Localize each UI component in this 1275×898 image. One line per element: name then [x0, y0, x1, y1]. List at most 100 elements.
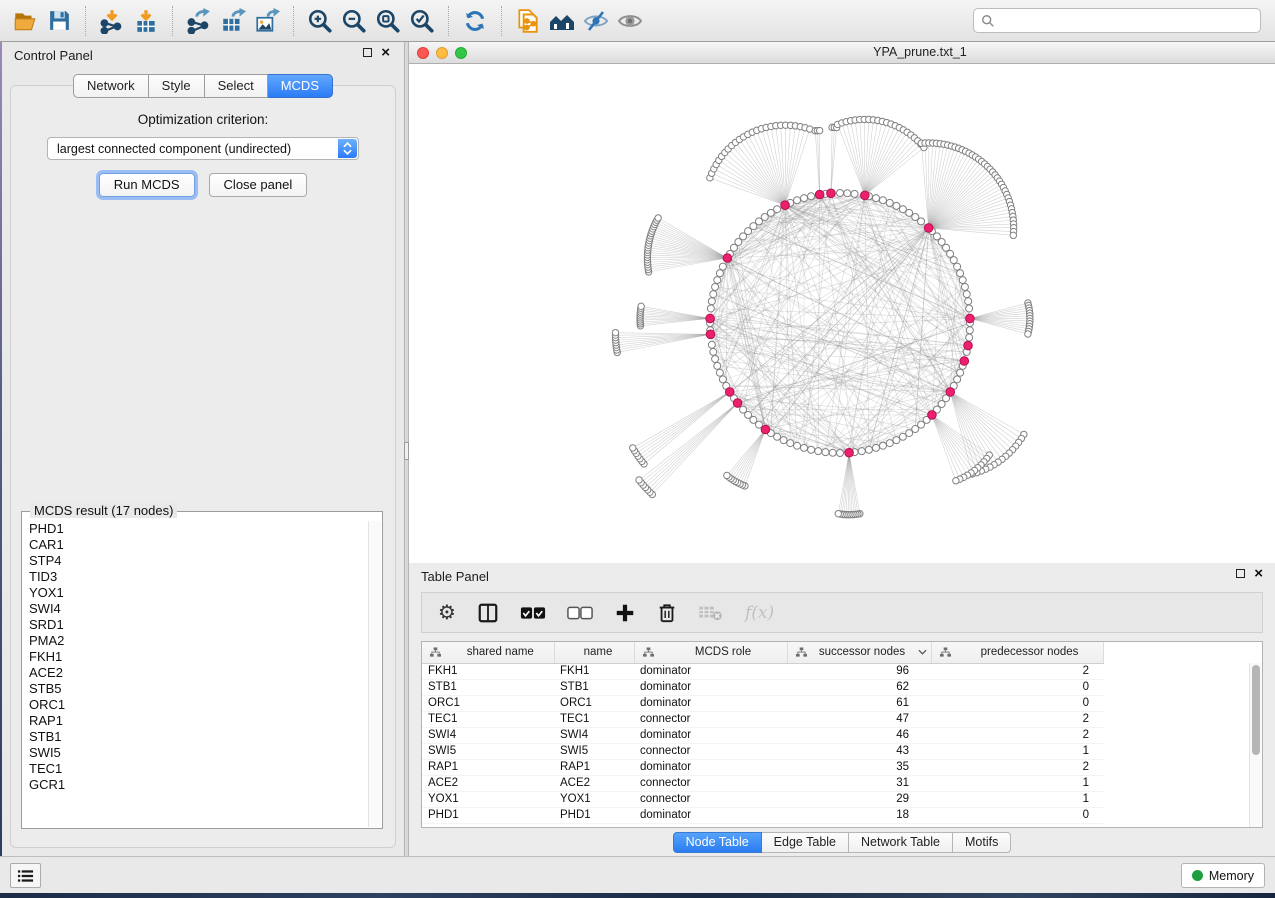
column-header-successor-nodes[interactable]: successor nodes: [787, 642, 931, 663]
list-item[interactable]: STP4: [23, 553, 368, 569]
list-item[interactable]: YOX1: [23, 585, 368, 601]
status-bar: Memory: [0, 856, 1275, 893]
network-window-titlebar[interactable]: YPA_prune.txt_1: [409, 42, 1275, 64]
mcds-list-scrollbar[interactable]: [368, 521, 381, 827]
window-close-button[interactable]: [417, 47, 429, 59]
list-item[interactable]: RAP1: [23, 713, 368, 729]
zoom-out-icon[interactable]: [337, 4, 371, 38]
table-row[interactable]: YOX1YOX1connector291: [422, 791, 1103, 807]
table-cell: RAP1: [422, 759, 554, 775]
tab-select[interactable]: Select: [205, 74, 268, 98]
table-row[interactable]: RAP1RAP1dominator352: [422, 759, 1103, 775]
list-item[interactable]: SWI4: [23, 601, 368, 617]
control-panel: Control Panel × NetworkStyleSelectMCDS O…: [2, 42, 404, 856]
list-item[interactable]: STB5: [23, 681, 368, 697]
table-cell: 46: [787, 727, 931, 743]
table-panel-title: Table Panel: [409, 563, 1275, 584]
tab-style[interactable]: Style: [149, 74, 205, 98]
table-row[interactable]: PHD1PHD1dominator180: [422, 807, 1103, 823]
tab-network-table[interactable]: Network Table: [849, 832, 953, 853]
table-cell: 96: [787, 663, 931, 679]
network-canvas[interactable]: [409, 64, 1275, 563]
list-item[interactable]: ORC1: [23, 697, 368, 713]
tab-node-table[interactable]: Node Table: [673, 832, 762, 853]
list-item[interactable]: FKH1: [23, 649, 368, 665]
table-row[interactable]: ORC1ORC1dominator610: [422, 695, 1103, 711]
table-row[interactable]: SWI4SWI4dominator462: [422, 727, 1103, 743]
tab-edge-table[interactable]: Edge Table: [762, 832, 849, 853]
table-row[interactable]: FKH1FKH1dominator962: [422, 663, 1103, 679]
close-panel-button[interactable]: Close panel: [209, 173, 308, 197]
tab-network[interactable]: Network: [73, 74, 149, 98]
table-settings-icon[interactable]: ⚙: [438, 598, 456, 628]
window-minimize-button[interactable]: [436, 47, 448, 59]
column-header-mcds-role[interactable]: MCDS role: [634, 642, 787, 663]
table-cell: 18: [787, 807, 931, 823]
zoom-fit-icon[interactable]: [371, 4, 405, 38]
table-cell: ORC1: [554, 695, 634, 711]
list-item[interactable]: TEC1: [23, 761, 368, 777]
toolbar-separator: [293, 6, 294, 36]
table-cell: 2: [931, 663, 1103, 679]
memory-status-icon: [1192, 870, 1203, 881]
table-scrollbar[interactable]: [1249, 663, 1262, 827]
export-image-icon[interactable]: [250, 4, 284, 38]
hide-selected-icon[interactable]: [579, 4, 613, 38]
close-icon[interactable]: ×: [381, 48, 390, 57]
column-header-predecessor-nodes[interactable]: predecessor nodes: [931, 642, 1103, 663]
mcds-result-group: MCDS result (17 nodes) PHD1CAR1STP4TID3Y…: [21, 511, 383, 829]
select-all-icon[interactable]: [520, 598, 546, 628]
optimization-criterion-select[interactable]: largest connected component (undirected): [47, 137, 359, 160]
first-neighbors-icon[interactable]: [545, 4, 579, 38]
list-item[interactable]: SRD1: [23, 617, 368, 633]
hierarchy-icon: [643, 647, 654, 658]
open-file-icon[interactable]: [8, 4, 42, 38]
run-mcds-button[interactable]: Run MCDS: [99, 173, 195, 197]
float-window-icon[interactable]: [363, 48, 372, 57]
column-header-shared-name[interactable]: shared name: [422, 642, 554, 663]
show-graphics-details-icon[interactable]: [613, 4, 647, 38]
optimization-criterion-value: largest connected component (undirected): [57, 142, 291, 156]
list-item[interactable]: SWI5: [23, 745, 368, 761]
table-row[interactable]: TEC1TEC1connector472: [422, 711, 1103, 727]
export-table-icon[interactable]: [216, 4, 250, 38]
list-item[interactable]: ACE2: [23, 665, 368, 681]
refresh-icon[interactable]: [458, 4, 492, 38]
table-row[interactable]: STB1STB1dominator620: [422, 679, 1103, 695]
tab-mcds[interactable]: MCDS: [268, 74, 333, 98]
column-label: MCDS role: [660, 646, 787, 658]
table-row[interactable]: SWI5SWI5connector431: [422, 743, 1103, 759]
zoom-in-icon[interactable]: [303, 4, 337, 38]
import-network-icon[interactable]: [95, 4, 129, 38]
tab-motifs[interactable]: Motifs: [953, 832, 1011, 853]
column-header-name[interactable]: name: [554, 642, 634, 663]
import-table-icon[interactable]: [129, 4, 163, 38]
list-item[interactable]: PMA2: [23, 633, 368, 649]
float-window-icon[interactable]: [1236, 569, 1245, 578]
table-cell: 2: [931, 727, 1103, 743]
deselect-all-icon[interactable]: [567, 598, 593, 628]
clone-network-icon[interactable]: [511, 4, 545, 38]
table-scrollbar-thumb[interactable]: [1252, 665, 1260, 755]
add-row-icon[interactable]: [614, 598, 636, 628]
show-columns-icon[interactable]: [477, 598, 499, 628]
show-panels-button[interactable]: [10, 863, 41, 888]
close-icon[interactable]: ×: [1254, 569, 1263, 578]
zoom-selected-icon[interactable]: [405, 4, 439, 38]
save-session-icon[interactable]: [42, 4, 76, 38]
export-network-icon[interactable]: [182, 4, 216, 38]
delete-row-icon[interactable]: [657, 598, 677, 628]
list-item[interactable]: CAR1: [23, 537, 368, 553]
table-row[interactable]: ACE2ACE2connector311: [422, 775, 1103, 791]
list-item[interactable]: PHD1: [23, 521, 368, 537]
table-cell: connector: [634, 711, 787, 727]
table-cell: ACE2: [554, 775, 634, 791]
list-item[interactable]: STB1: [23, 729, 368, 745]
chevron-down-icon[interactable]: [918, 649, 927, 655]
search-input[interactable]: [1000, 14, 1253, 28]
window-zoom-button[interactable]: [455, 47, 467, 59]
list-item[interactable]: GCR1: [23, 777, 368, 793]
table-panel: Table Panel × ⚙ f(x) shared namenameMCDS…: [409, 563, 1275, 856]
list-item[interactable]: TID3: [23, 569, 368, 585]
memory-button[interactable]: Memory: [1181, 863, 1265, 888]
